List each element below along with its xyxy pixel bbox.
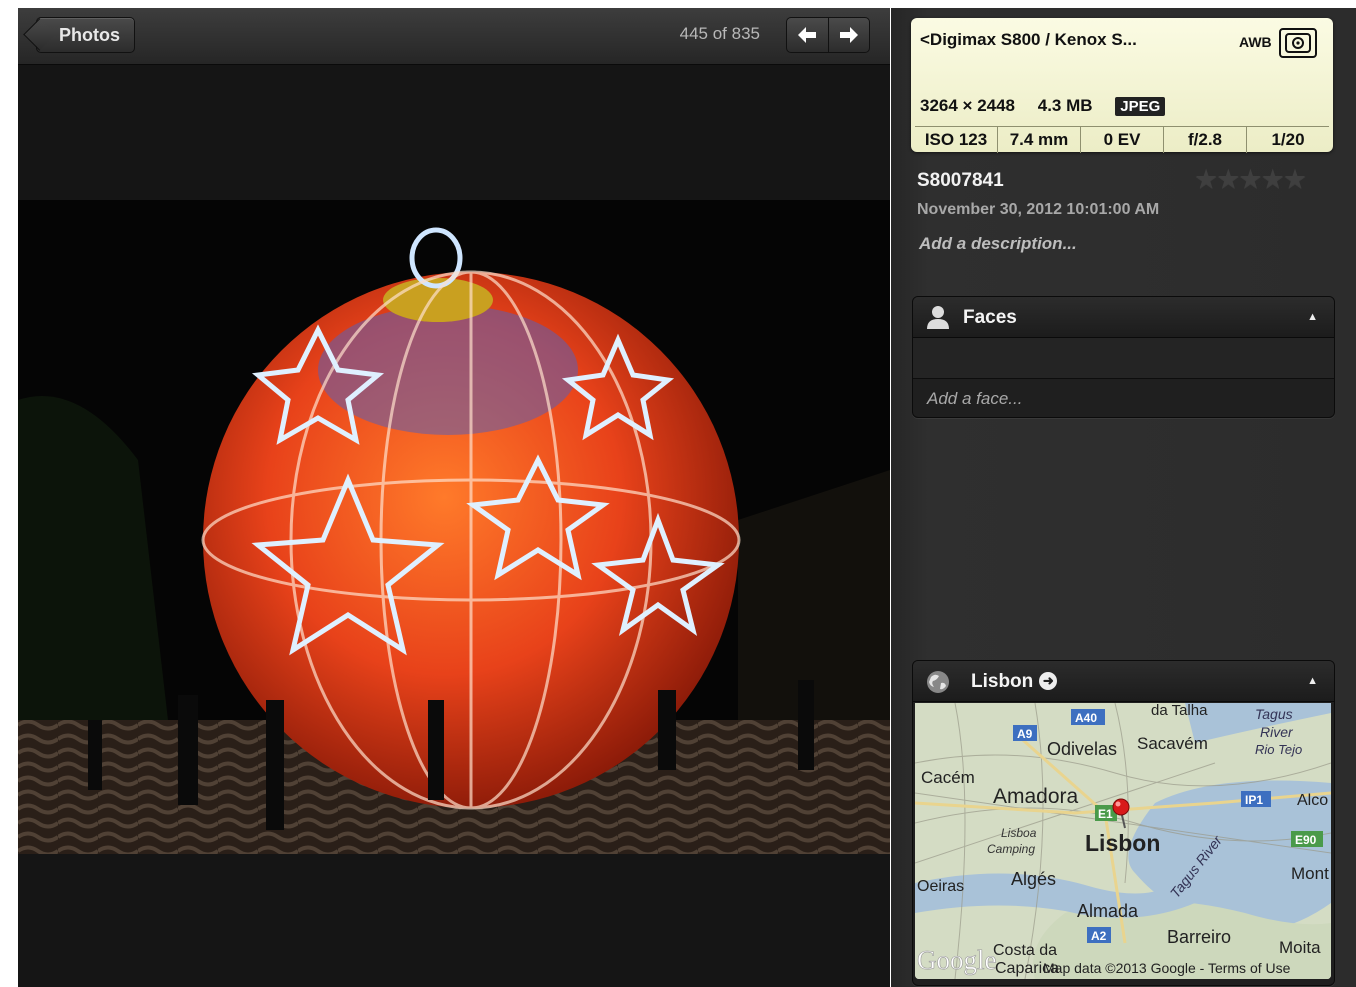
- top-toolbar: Photos 445 of 835: [18, 8, 890, 65]
- location-detail-arrow-icon[interactable]: ➜: [1039, 672, 1058, 690]
- map-label-cacem: Cacém: [921, 768, 975, 787]
- map-label-almada: Almada: [1077, 901, 1139, 921]
- map-label-odivelas: Odivelas: [1047, 739, 1117, 759]
- white-balance: AWB: [1239, 34, 1272, 50]
- map-label-lisbon: Lisbon: [1085, 830, 1160, 856]
- photo-viewer: Photos 445 of 835: [18, 8, 890, 987]
- faces-panel-title: Faces: [963, 307, 1017, 328]
- location-name: Lisbon: [971, 671, 1034, 692]
- faces-panel-header[interactable]: Faces ▲: [913, 297, 1334, 338]
- main-photo[interactable]: [18, 200, 890, 854]
- map-label-moita: Moita: [1279, 938, 1321, 957]
- map-label-rio-tejo: Rio Tejo: [1255, 742, 1302, 757]
- map-label-oeiras: Oeiras: [917, 878, 964, 895]
- map-label-amadora: Amadora: [993, 785, 1079, 808]
- back-button-label: Photos: [59, 25, 120, 45]
- star-rating[interactable]: ★★★★★: [1194, 164, 1307, 195]
- map-label-a2: A2: [1091, 929, 1107, 943]
- map-label-ip1: IP1: [1245, 793, 1263, 807]
- back-to-photos-button[interactable]: Photos: [36, 17, 135, 53]
- christmas-ornament-photo: [18, 200, 890, 854]
- description-field[interactable]: Add a description...: [919, 234, 1077, 254]
- photo-date: November 30, 2012 10:01:00 AM: [917, 201, 1160, 218]
- faces-list: [913, 338, 1334, 379]
- person-icon: [925, 305, 951, 334]
- photo-counter: 445 of 835: [679, 24, 760, 43]
- camera-model: <Digimax S800 / Kenox S...: [920, 30, 1137, 49]
- photo-navigation: [786, 17, 870, 53]
- map-label-e90: E90: [1295, 833, 1317, 847]
- aperture-value: f/2.8: [1163, 127, 1246, 153]
- location-map[interactable]: da Talha Tagus River Rio Tejo A40 A9 Odi…: [915, 703, 1331, 979]
- collapse-triangle-icon[interactable]: ▲: [1307, 311, 1318, 323]
- file-size: 4.3 MB: [1037, 96, 1093, 115]
- map-label-costa-da: Costa da: [993, 942, 1057, 959]
- faces-panel: Faces ▲ Add a face...: [912, 296, 1335, 418]
- map-label-camping: Camping: [987, 842, 1035, 856]
- map-label-tagus: Tagus: [1255, 706, 1293, 722]
- location-panel: Lisbon ➜ ▲ da Talha Tagus River Rio Tejo…: [912, 660, 1335, 986]
- image-dimensions: 3264 × 2448: [920, 96, 1016, 115]
- photo-title[interactable]: S8007841: [917, 170, 1004, 192]
- map-label-sacavem: Sacavém: [1137, 734, 1208, 753]
- map-label-alco: Alco: [1297, 792, 1328, 809]
- previous-photo-button[interactable]: [787, 18, 828, 52]
- map-label-lisboa: Lisboa: [1001, 826, 1037, 840]
- map-label-a40: A40: [1075, 711, 1097, 725]
- iso-value: ISO 123: [924, 130, 988, 149]
- map-label-river: River: [1260, 724, 1294, 740]
- format-badge: JPEG: [1115, 97, 1166, 116]
- shutter-speed-value: 1/20: [1246, 127, 1329, 153]
- location-panel-header[interactable]: Lisbon ➜ ▲: [913, 661, 1334, 702]
- map-label-alges: Algés: [1011, 869, 1056, 889]
- map-attribution[interactable]: Map data ©2013 Google - Terms of Use: [1043, 960, 1291, 976]
- collapse-triangle-icon[interactable]: ▲: [1307, 675, 1318, 687]
- exif-card: <Digimax S800 / Kenox S... AWB 3264 × 24…: [911, 18, 1333, 153]
- arrow-right-icon: [839, 27, 858, 43]
- map-label-mont: Mont: [1291, 864, 1329, 883]
- metering-icon: [1279, 28, 1317, 58]
- next-photo-button[interactable]: [827, 18, 870, 52]
- arrow-left-icon: [798, 27, 817, 43]
- exposure-bias-value: 0 EV: [1080, 127, 1163, 153]
- map-label-a9: A9: [1017, 727, 1033, 741]
- globe-icon: [925, 669, 951, 700]
- focal-length-value: 7.4 mm: [997, 127, 1080, 153]
- location-panel-title: Lisbon ➜: [971, 671, 1058, 693]
- map-label-e1: E1: [1098, 807, 1113, 821]
- google-logo: Google: [917, 945, 997, 975]
- info-sidebar: <Digimax S800 / Kenox S... AWB 3264 × 24…: [891, 8, 1356, 987]
- map-label-barreiro: Barreiro: [1167, 927, 1231, 947]
- map-label-da-talha: da Talha: [1151, 703, 1208, 719]
- file-info-row: 3264 × 2448 4.3 MB JPEG: [920, 96, 1183, 116]
- add-face-field[interactable]: Add a face...: [913, 379, 1334, 417]
- exposure-row: ISO 123 7.4 mm 0 EV f/2.8 1/20: [915, 126, 1329, 153]
